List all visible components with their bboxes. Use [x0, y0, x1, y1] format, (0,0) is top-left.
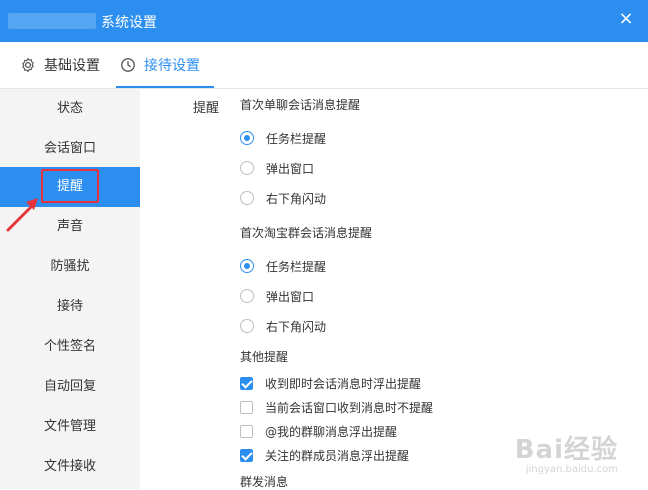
option-label: 任务栏提醒 [266, 131, 327, 146]
radio-button[interactable] [240, 131, 254, 145]
checkbox-mention-float[interactable]: @我的群聊消息浮出提醒 [240, 422, 397, 440]
radio-single-corner-flash[interactable]: 右下角闪动 [240, 189, 326, 207]
radio-button[interactable] [240, 259, 254, 273]
tab-bar: 基础设置 接待设置 [0, 42, 648, 89]
radio-single-taskbar[interactable]: 任务栏提醒 [240, 129, 326, 147]
option-label: 右下角闪动 [266, 319, 327, 334]
gear-icon [22, 57, 34, 72]
sidebar: 状态 会话窗口 提醒 声音 防骚扰 接待 个性签名 自动回复 文件管理 文件接收 [0, 89, 140, 489]
blurred-app-name [8, 13, 96, 29]
sidebar-item-file-receive[interactable]: 文件接收 [0, 447, 140, 487]
group-title-single-chat: 首次单聊会话消息提醒 [240, 98, 361, 112]
radio-button[interactable] [240, 289, 254, 303]
radio-button[interactable] [240, 191, 254, 205]
sidebar-item-auto-reply[interactable]: 自动回复 [0, 367, 140, 407]
checkbox-current-window-mute[interactable]: 当前会话窗口收到消息时不提醒 [240, 398, 433, 416]
option-label: 右下角闪动 [266, 191, 327, 206]
sidebar-item-reception[interactable]: 接待 [0, 287, 140, 327]
watermark-logo: Bai经验 jingyan.baidu.com [515, 429, 618, 475]
tab-label: 接待设置 [144, 57, 200, 74]
tab-reception-settings[interactable]: 接待设置 [116, 42, 214, 88]
option-label: 弹出窗口 [266, 289, 315, 304]
checkbox[interactable] [240, 448, 253, 462]
radio-group-popup[interactable]: 弹出窗口 [240, 287, 314, 305]
checkbox-instant-float[interactable]: 收到即时会话消息时浮出提醒 [240, 374, 421, 392]
clock-icon [121, 57, 135, 72]
checkbox-followed-member-float[interactable]: 关注的群成员消息浮出提醒 [240, 446, 409, 464]
radio-button[interactable] [240, 161, 254, 175]
sidebar-item-anti-disturb[interactable]: 防骚扰 [0, 247, 140, 287]
group-title-other: 其他提醒 [240, 350, 289, 364]
group-title-broadcast: 群发消息 [240, 475, 289, 489]
option-label: @我的群聊消息浮出提醒 [265, 424, 398, 439]
window-title: 系统设置 [101, 15, 157, 31]
section-label: 提醒 [193, 101, 220, 116]
checkbox[interactable] [240, 424, 253, 438]
red-arrow-icon [6, 198, 38, 232]
option-label: 当前会话窗口收到消息时不提醒 [265, 400, 434, 415]
checkbox[interactable] [240, 400, 253, 414]
watermark-main: Bai经验 [514, 435, 618, 465]
sidebar-item-signature[interactable]: 个性签名 [0, 327, 140, 367]
group-title-group-chat: 首次淘宝群会话消息提醒 [240, 226, 373, 240]
title-bar: 系统设置 × [0, 0, 648, 42]
option-label: 弹出窗口 [266, 161, 315, 176]
sidebar-item-chat-window[interactable]: 会话窗口 [0, 129, 140, 169]
tab-basic-settings[interactable]: 基础设置 [16, 42, 104, 87]
tab-label: 基础设置 [44, 57, 100, 74]
highlight-box [41, 169, 99, 203]
option-label: 收到即时会话消息时浮出提醒 [265, 376, 422, 391]
radio-single-popup[interactable]: 弹出窗口 [240, 159, 314, 177]
radio-group-corner-flash[interactable]: 右下角闪动 [240, 317, 326, 335]
sidebar-item-status[interactable]: 状态 [0, 89, 140, 129]
radio-button[interactable] [240, 319, 254, 333]
checkbox[interactable] [240, 376, 253, 390]
radio-group-taskbar[interactable]: 任务栏提醒 [240, 257, 326, 275]
watermark-sub: jingyan.baidu.com [525, 464, 618, 475]
option-label: 任务栏提醒 [266, 259, 327, 274]
close-button[interactable]: × [616, 9, 636, 29]
option-label: 关注的群成员消息浮出提醒 [265, 448, 410, 463]
sidebar-item-file-management[interactable]: 文件管理 [0, 407, 140, 447]
